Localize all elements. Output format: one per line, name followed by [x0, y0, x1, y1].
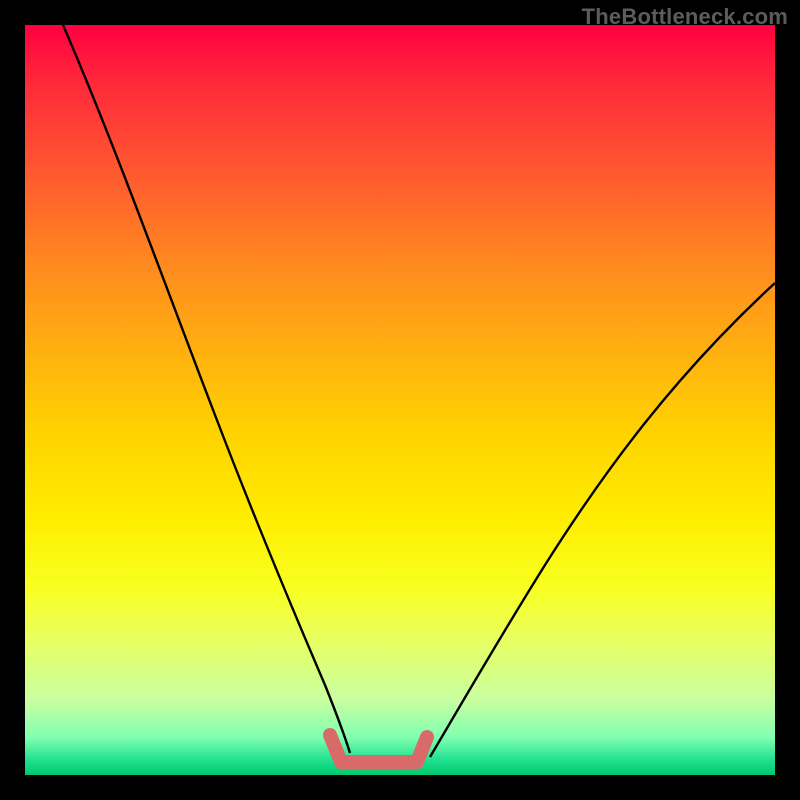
chart-svg — [25, 25, 775, 775]
watermark-text: TheBottleneck.com — [582, 4, 788, 30]
left-curve — [63, 25, 350, 753]
gradient-plot-area — [25, 25, 775, 775]
right-curve — [430, 283, 775, 757]
